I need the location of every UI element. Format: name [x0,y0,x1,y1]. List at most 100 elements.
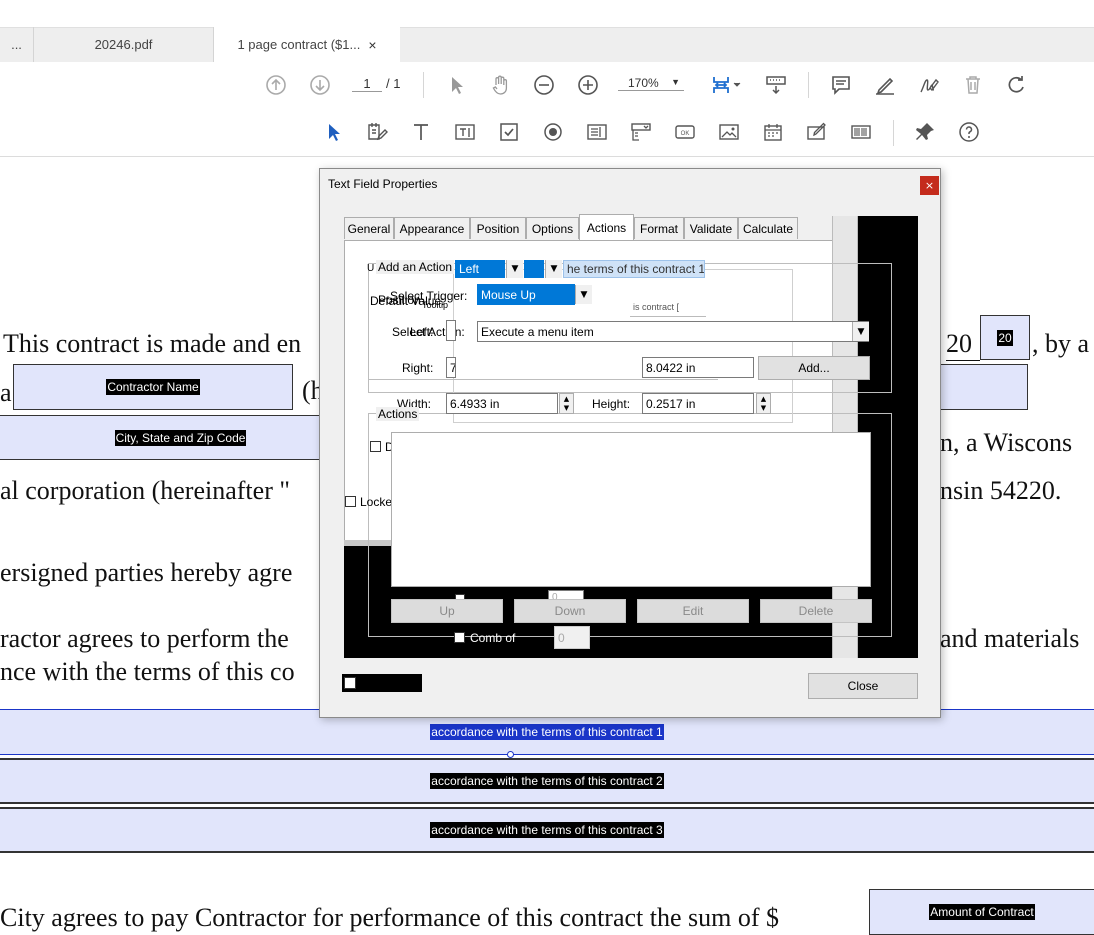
date-field-icon[interactable] [759,118,787,146]
contract-line-4: ractor agrees to perform the [0,624,289,653]
close-tab-icon[interactable]: × [368,37,376,53]
image-field-icon[interactable] [715,118,743,146]
tab-20246-pdf[interactable]: 20246.pdf [34,27,214,62]
list-box-icon[interactable] [583,118,611,146]
button-label: Down [554,604,586,618]
dropdown-icon[interactable] [627,118,655,146]
edit-button[interactable]: Edit [637,599,749,623]
tab-calculate[interactable]: Calculate [738,217,798,239]
text-icon[interactable] [407,118,435,146]
amount-of-contract-field[interactable]: Amount of Contract [869,889,1094,935]
edit-fields-icon[interactable] [363,118,391,146]
hand-icon[interactable] [486,71,514,99]
overlap-left-select[interactable]: Left [455,260,505,278]
dialog-close-icon[interactable]: × [920,176,939,195]
contract-line-5: nce with the terms of this co [0,657,295,686]
button-label: Up [439,604,455,618]
width-spinner[interactable]: ▲ ▼ [559,393,574,414]
contractor-name-field[interactable]: Contractor Name [13,364,293,410]
delete-button[interactable]: Delete [760,599,872,623]
tab-appearance[interactable]: Appearance [394,217,470,239]
tab-previous[interactable]: ... [0,27,34,62]
locked-checkbox[interactable] [345,496,356,507]
page-total: / 1 [386,76,401,91]
contract-terms-field-3[interactable]: accordance with the terms of this contra… [0,807,1094,853]
add-action-label: Add an Action [376,260,455,274]
right-label: Right: [402,361,434,375]
height-spinner[interactable]: ▲ ▼ [756,393,771,414]
tab-general[interactable]: General [344,217,394,239]
divider [368,379,718,380]
actions-list[interactable] [391,432,871,587]
zoom-value: 170% [628,76,659,90]
zoom-out-icon[interactable] [530,71,558,99]
trigger-select[interactable]: Mouse Up [477,284,575,305]
up-button[interactable]: Up [391,599,503,623]
tab-contract[interactable]: 1 page contract ($1... × [214,27,400,62]
right-input[interactable]: 7 [446,357,456,378]
sign-icon[interactable] [915,71,943,99]
comment-icon[interactable] [827,71,855,99]
checkbox-icon[interactable] [495,118,523,146]
height-input[interactable]: 0.2517 in [642,393,754,414]
prev-page-icon[interactable] [262,71,290,99]
chevron-down-icon[interactable]: ▼ [545,260,562,278]
actions-label: Actions [376,407,420,421]
left-input[interactable] [446,320,456,341]
tab-format[interactable]: Format [634,217,684,239]
checkbox-d[interactable] [370,441,381,452]
zoom-in-icon[interactable] [574,71,602,99]
close-button[interactable]: Close [808,673,918,699]
fit-page-icon[interactable] [706,71,746,99]
signature-field-icon[interactable] [803,118,831,146]
help-icon[interactable] [955,118,983,146]
overlap-name-input[interactable]: he terms of this contract 1 [563,260,705,278]
barcode-icon[interactable] [847,118,875,146]
tab-label: Actions [586,220,627,235]
next-page-icon[interactable] [306,71,334,99]
overlap-select-2[interactable] [524,260,544,278]
select-icon[interactable] [443,71,471,99]
chevron-down-icon[interactable]: ▼ [852,322,869,341]
comb-input[interactable]: 0 [554,626,590,649]
contractor-address-field[interactable] [930,364,1028,410]
page-number-input[interactable]: 1 [352,76,382,92]
contract-year-prefix: 20 [946,329,972,358]
width-input[interactable]: 6.4933 in [446,393,558,414]
chevron-down-icon[interactable]: ▼ [506,260,523,278]
tab-actions[interactable]: Actions [579,214,634,240]
contract-line-1: This contract is made and en [3,329,302,358]
select-object-icon[interactable] [320,118,348,146]
tab-position[interactable]: Position [470,217,526,239]
form-toolbar: OK [0,108,1094,157]
tab-label: General [347,221,391,236]
radio-icon[interactable] [539,118,567,146]
pin-icon[interactable] [911,118,939,146]
zoom-select[interactable]: 170% ▼ [618,76,684,91]
footer-checkbox[interactable] [344,677,356,689]
scroll-mode-icon[interactable] [762,71,790,99]
tab-validate[interactable]: Validate [684,217,738,239]
field-label: accordance with the terms of this contra… [430,822,664,838]
add-action-button[interactable]: Add... [758,356,870,380]
contract-terms-field-2[interactable]: accordance with the terms of this contra… [0,758,1094,804]
city-state-zip-field[interactable]: City, State and Zip Code [0,415,362,460]
contract-line-2: al corporation (hereinafter " [0,476,290,505]
rotate-icon[interactable] [1003,71,1031,99]
resize-handle[interactable] [507,751,514,758]
tab-options[interactable]: Options [526,217,579,239]
comb-checkbox[interactable] [454,632,465,643]
button-icon[interactable]: OK [671,118,699,146]
down-button[interactable]: Down [514,599,626,623]
tab-label: Validate [689,221,733,236]
year-field[interactable]: 20 [980,315,1030,360]
highlight-icon[interactable] [871,71,899,99]
top-input[interactable]: 8.0422 in [642,357,754,378]
action-select[interactable]: Execute a menu item [477,321,869,342]
tab-label: Appearance [399,221,465,236]
text-field-icon[interactable] [451,118,479,146]
delete-icon[interactable] [959,71,987,99]
chevron-down-icon[interactable]: ▼ [575,285,592,304]
contract-line-6: City agrees to pay Contractor for perfor… [0,903,780,932]
input-value: 0 [558,630,565,645]
